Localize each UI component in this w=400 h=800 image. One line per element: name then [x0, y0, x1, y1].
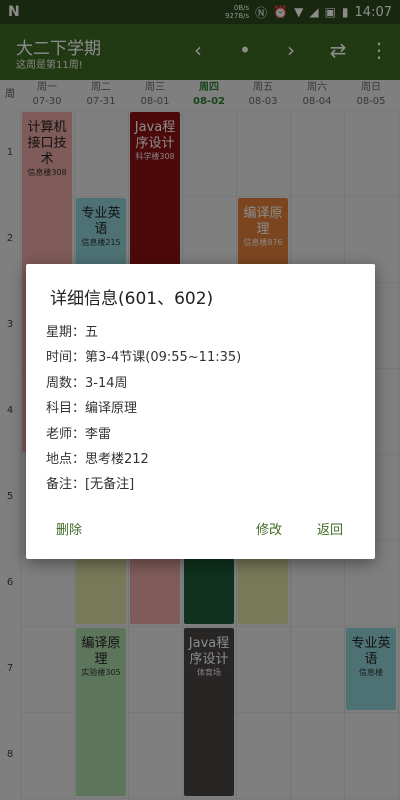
detail-row: 周数：3-14周: [46, 371, 241, 396]
detail-label: 备注：: [46, 477, 86, 493]
detail-value: 第3-4节课(09:55~11:35): [85, 350, 242, 366]
detail-list: 星期：五 时间：第3-4节课(09:55~11:35) 周数：3-14周 科目：编译原…: [46, 320, 241, 498]
detail-value: 思考楼212: [85, 451, 149, 467]
delete-button[interactable]: 删除: [56, 519, 82, 538]
detail-value: 3-14周: [85, 375, 128, 391]
detail-row: 星期：五: [46, 320, 241, 345]
detail-label: 星期：: [46, 325, 86, 340]
detail-label: 老师：: [46, 426, 86, 442]
detail-row: 地点：思考楼212: [46, 447, 241, 472]
detail-label: 科目：: [46, 401, 86, 417]
detail-label: 地点：: [46, 451, 86, 467]
detail-row: 科目：编译原理: [46, 396, 241, 421]
detail-row: 备注：[无备注]: [46, 472, 241, 497]
detail-row: 老师：李雷: [46, 422, 241, 447]
detail-value: 五: [85, 325, 99, 340]
back-button[interactable]: 返回: [317, 519, 343, 538]
detail-label: 时间：: [46, 350, 86, 366]
edit-button[interactable]: 修改: [256, 519, 282, 538]
detail-row: 时间：第3-4节课(09:55~11:35): [46, 345, 241, 370]
dialog-title: 详细信息(601、602): [50, 289, 214, 309]
detail-value: 编译原理: [85, 401, 138, 417]
detail-label: 周数：: [46, 375, 86, 391]
detail-value: 李雷: [85, 426, 112, 442]
detail-value: [无备注]: [85, 477, 135, 493]
course-detail-dialog: 详细信息(601、602) 星期：五 时间：第3-4节课(09:55~11:35)…: [26, 264, 375, 559]
